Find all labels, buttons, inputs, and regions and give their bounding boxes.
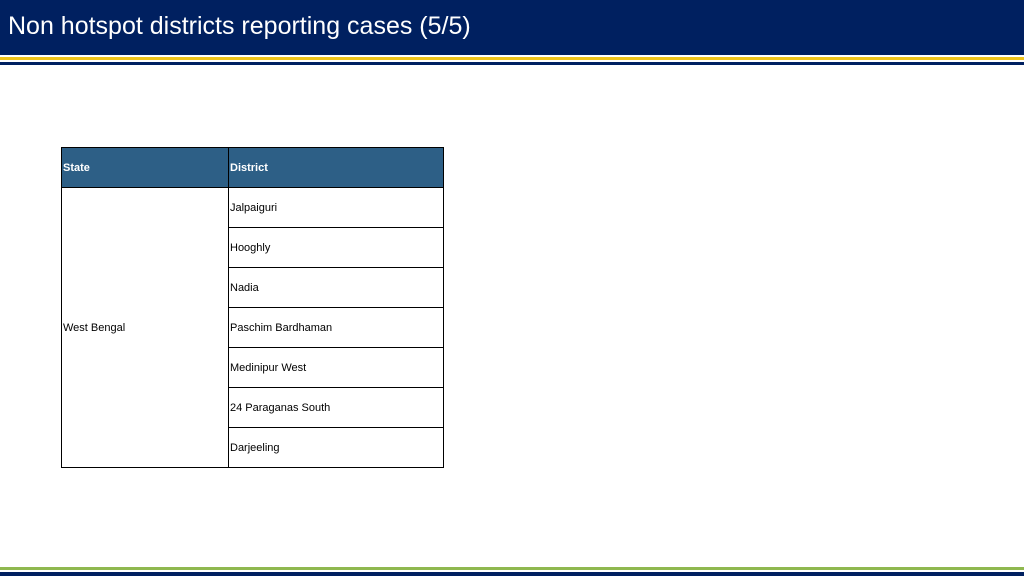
district-cell: 24 Paraganas South — [228, 387, 444, 428]
table-header-row: State District — [61, 147, 444, 188]
title-bar: Non hotspot districts reporting cases (5… — [0, 0, 1024, 55]
state-cell: West Bengal — [61, 187, 229, 468]
title-divider-navy — [0, 62, 1024, 65]
district-cell: Jalpaiguri — [228, 187, 444, 228]
district-cell: Paschim Bardhaman — [228, 307, 444, 348]
district-cell: Darjeeling — [228, 427, 444, 468]
slide-title: Non hotspot districts reporting cases (5… — [8, 12, 471, 40]
header-state: State — [61, 147, 229, 188]
district-cell: Medinipur West — [228, 347, 444, 388]
footer-line-navy — [0, 572, 1024, 576]
district-cell: Nadia — [228, 267, 444, 308]
table-row: West Bengal Jalpaiguri — [61, 187, 444, 468]
district-cell: Hooghly — [228, 227, 444, 268]
header-district: District — [228, 147, 444, 188]
districts-table: State District West Bengal Jalpaiguri Ho… — [61, 147, 444, 468]
